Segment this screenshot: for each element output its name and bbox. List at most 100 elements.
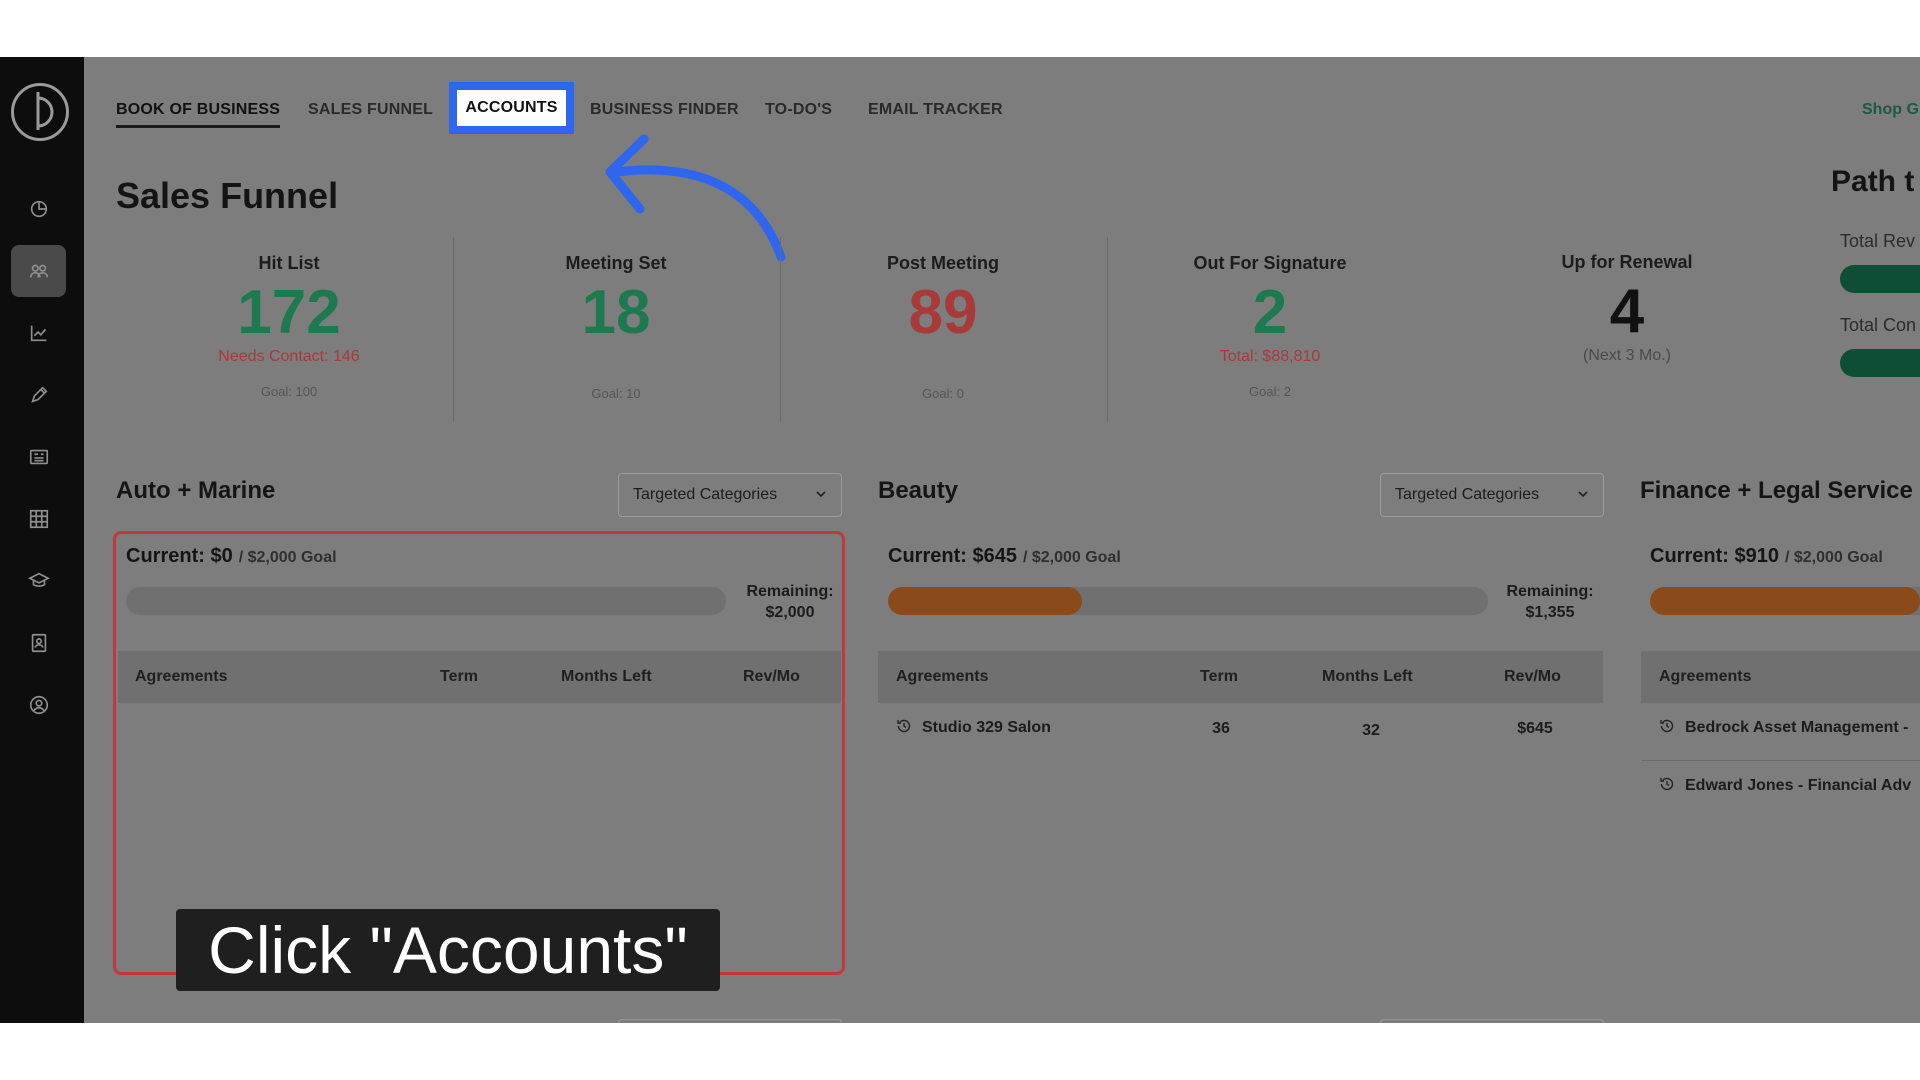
- stat-up-for-renewal[interactable]: Up for Renewal 4 (Next 3 Mo.): [1477, 252, 1777, 365]
- stat-sub: Needs Contact: 146: [218, 348, 360, 365]
- stat-goal: Goal: 10: [591, 386, 641, 401]
- progress-fill: [888, 587, 1082, 615]
- tab-sales-funnel[interactable]: SALES FUNNEL: [308, 101, 433, 119]
- column-header[interactable]: Agreements: [1659, 668, 1751, 686]
- stat-label: Hit List: [258, 253, 320, 273]
- current-amount: Current: $0 / $2,000 Goal: [126, 545, 337, 568]
- path-progress-commission: [1840, 349, 1920, 377]
- table-row[interactable]: Studio 329 Salon: [896, 718, 1051, 737]
- current-amount: Current: $910 / $2,000 Goal: [1650, 545, 1883, 568]
- stat-label: Up for Renewal: [1561, 252, 1693, 272]
- contacts-icon[interactable]: [11, 245, 66, 297]
- select-value: Targeted Categories: [1395, 486, 1540, 503]
- stat-hit-list[interactable]: Hit List 172 Needs Contact: 146 Goal: 10…: [139, 253, 439, 399]
- grid-icon[interactable]: [11, 493, 66, 545]
- stat-out-for-signature[interactable]: Out For Signature 2 Total: $88,810 Goal:…: [1120, 253, 1420, 399]
- history-icon: [1660, 719, 1674, 733]
- stat-sub: Total: $88,810: [1219, 348, 1321, 365]
- agreement-name: Bedrock Asset Management -: [1685, 719, 1909, 736]
- column-header[interactable]: Term: [440, 668, 478, 686]
- newspaper-icon[interactable]: [11, 431, 66, 483]
- column-header[interactable]: Rev/Mo: [743, 668, 800, 686]
- sidebar: [0, 57, 84, 1023]
- stat-value: 18: [581, 278, 651, 347]
- current-amount: Current: $645 / $2,000 Goal: [888, 545, 1121, 568]
- history-icon: [1660, 777, 1674, 791]
- tab-accounts[interactable]: ACCOUNTS: [449, 82, 574, 134]
- table-header: Agreements Term Months Left Rev/Mo: [878, 651, 1603, 703]
- page-title: Sales Funnel: [116, 175, 339, 216]
- tab-book-of-business[interactable]: BOOK OF BUSINESS: [116, 101, 281, 128]
- tab-email-tracker[interactable]: EMAIL TRACKER: [868, 101, 1003, 119]
- category-select-auto-marine[interactable]: Targeted Categories: [618, 473, 842, 517]
- pencil-icon[interactable]: [11, 369, 66, 421]
- stat-goal: Goal: 100: [260, 384, 318, 399]
- term-value: 36: [1212, 720, 1230, 737]
- category-title-auto-marine: Auto + Marine: [116, 477, 276, 504]
- column-header[interactable]: Months Left: [561, 668, 652, 686]
- months-left-value: 32: [1362, 722, 1380, 739]
- progress-fill: [1650, 587, 1920, 615]
- remaining: Remaining: $2,000: [742, 581, 838, 623]
- agreement-name: Edward Jones - Financial Adv: [1685, 777, 1912, 794]
- dashboard-icon[interactable]: [11, 183, 66, 235]
- table-row[interactable]: Edward Jones - Financial Adv: [1659, 776, 1911, 795]
- tab-business-finder[interactable]: BUSINESS FINDER: [590, 101, 739, 119]
- shop-link[interactable]: Shop G: [1862, 101, 1919, 119]
- remaining-value: $2,000: [765, 604, 815, 621]
- stat-goal: Goal: 0: [922, 386, 964, 401]
- table-header: Agreements: [1641, 651, 1920, 703]
- category-title-finance-legal: Finance + Legal Service: [1640, 477, 1913, 504]
- column-header[interactable]: Agreements: [135, 668, 227, 686]
- remaining-value: $1,355: [1525, 604, 1575, 621]
- user-circle-icon[interactable]: [11, 679, 66, 731]
- tab-todos[interactable]: TO-DO'S: [765, 101, 832, 119]
- select-value: Targeted Categories: [633, 486, 778, 503]
- path-label-commission: Total Con: [1840, 315, 1917, 335]
- progress-track: [1650, 587, 1920, 615]
- goal-value: / $2,000 Goal: [1022, 549, 1121, 566]
- stat-post-meeting[interactable]: Post Meeting 89 Goal: 0: [793, 253, 1093, 401]
- remaining-label: Remaining:: [746, 583, 834, 600]
- app-window: BOOK OF BUSINESS SALES FUNNEL BUSINESS F…: [0, 57, 1920, 1023]
- divider: [1107, 237, 1108, 422]
- address-book-icon[interactable]: [11, 617, 66, 669]
- category-select-partial[interactable]: [1380, 1019, 1604, 1023]
- stat-meeting-set[interactable]: Meeting Set 18 Goal: 10: [466, 253, 766, 401]
- goal-value: / $2,000 Goal: [238, 549, 337, 566]
- remaining-label: Remaining:: [1506, 583, 1594, 600]
- column-header[interactable]: Agreements: [896, 668, 988, 686]
- column-header[interactable]: Months Left: [1322, 668, 1413, 686]
- current-value: Current: $910: [1650, 545, 1779, 567]
- stat-goal: Goal: 2: [1249, 384, 1291, 399]
- category-select-partial[interactable]: [618, 1019, 842, 1023]
- category-title-beauty: Beauty: [878, 477, 959, 504]
- graduation-cap-icon[interactable]: [11, 555, 66, 607]
- stat-value: 89: [908, 278, 978, 347]
- current-value: Current: $645: [888, 545, 1017, 567]
- column-header[interactable]: Term: [1200, 668, 1238, 686]
- divider: [780, 237, 781, 422]
- current-value: Current: $0: [126, 545, 233, 567]
- category-select-beauty[interactable]: Targeted Categories: [1380, 473, 1604, 517]
- path-title: Path t: [1831, 165, 1915, 198]
- chevron-down-icon: [816, 491, 826, 498]
- table-row[interactable]: Bedrock Asset Management -: [1659, 718, 1908, 737]
- progress-track: [126, 587, 726, 615]
- stat-sub: [466, 348, 766, 368]
- column-header[interactable]: Rev/Mo: [1504, 668, 1561, 686]
- path-progress-revenue: [1840, 265, 1920, 293]
- stat-value: 172: [237, 278, 341, 347]
- tutorial-caption: Click "Accounts": [176, 909, 720, 991]
- agreement-name: Studio 329 Salon: [922, 719, 1051, 736]
- remaining: Remaining: $1,355: [1502, 581, 1598, 623]
- chevron-down-icon: [1578, 491, 1588, 498]
- stat-sub: [793, 348, 1093, 368]
- stat-value: 4: [1609, 277, 1645, 346]
- stat-label: Post Meeting: [886, 253, 999, 273]
- stat-label: Out For Signature: [1193, 253, 1347, 273]
- stat-sub: (Next 3 Mo.): [1582, 347, 1671, 364]
- brand-logo-icon[interactable]: [11, 83, 69, 141]
- analytics-icon[interactable]: [11, 307, 66, 359]
- stat-label: Meeting Set: [565, 253, 667, 273]
